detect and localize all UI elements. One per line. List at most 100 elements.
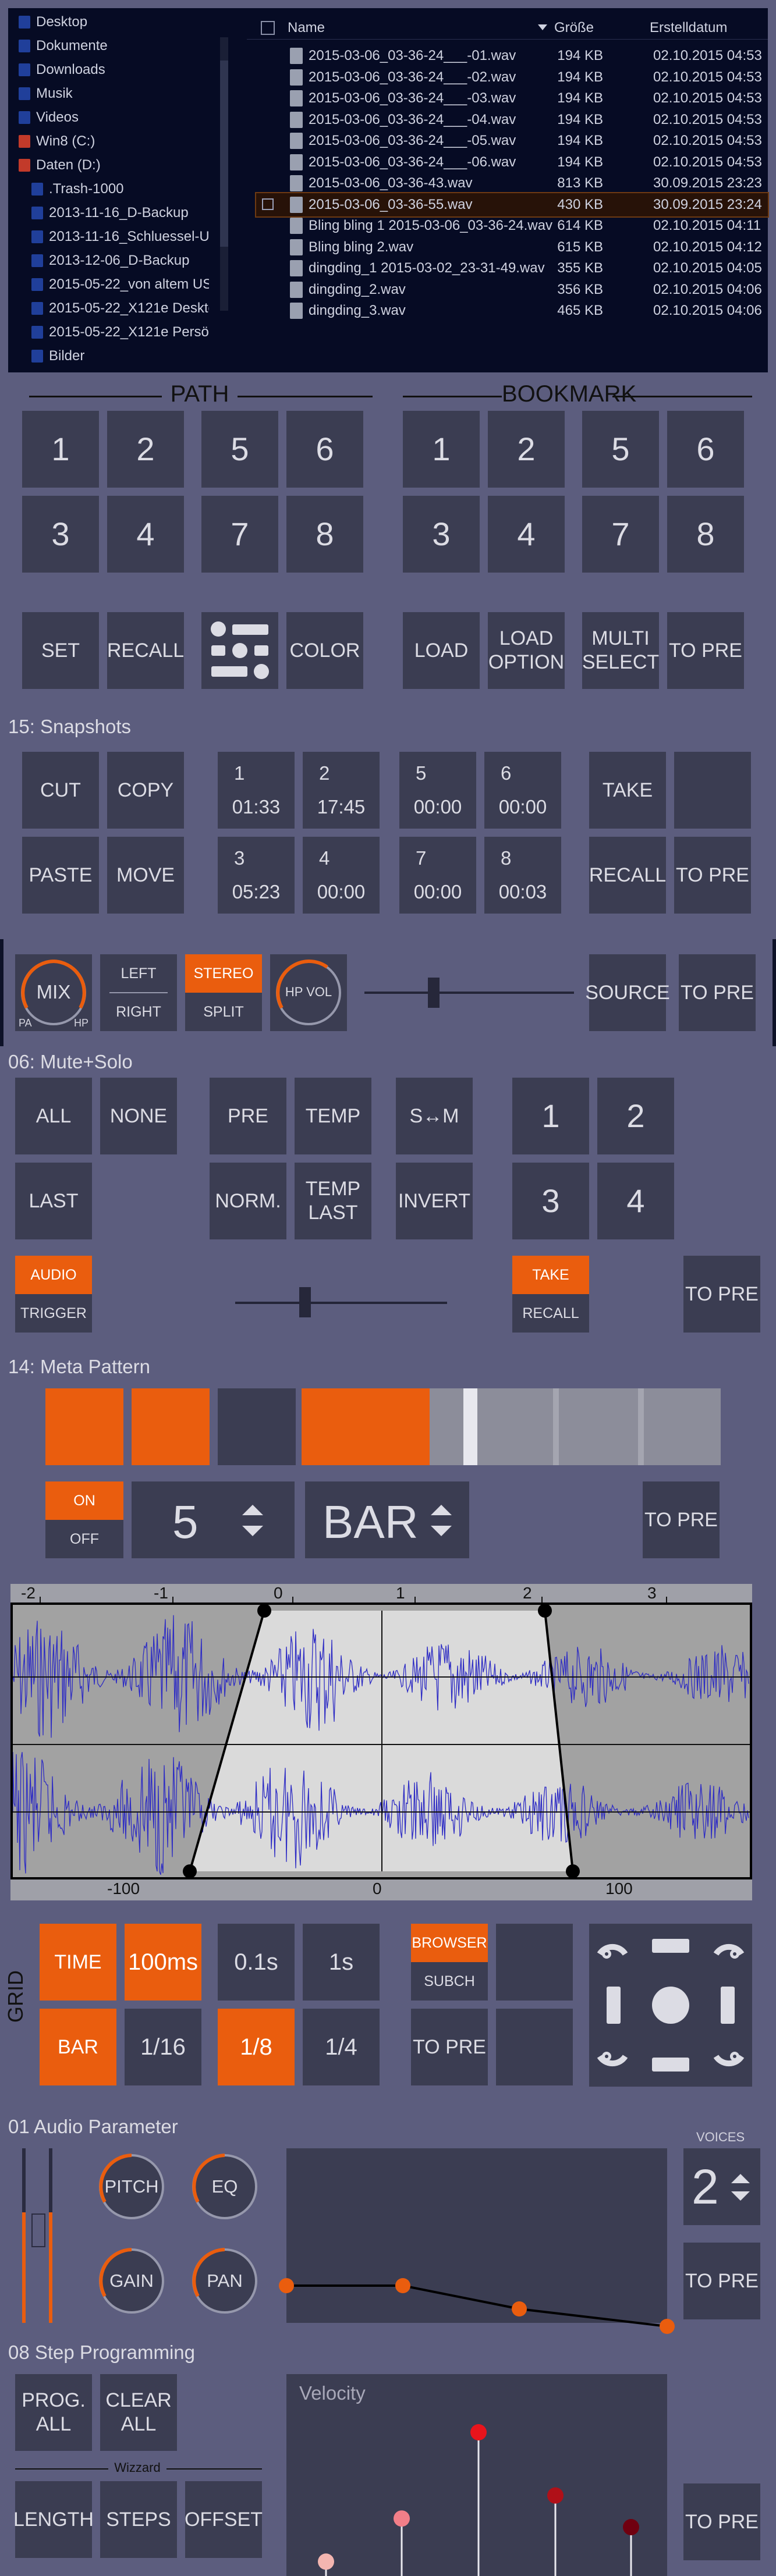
voices-down-icon[interactable] [731,2191,750,2201]
empty-snapshot-button[interactable] [674,752,751,829]
monitor-slider-track[interactable] [364,992,574,994]
meter-slider-thumb[interactable] [31,2213,45,2247]
file-row[interactable]: 2015-03-06_03-36-55.wav 430 KB 30.09.2015 … [255,191,769,218]
1-4-button[interactable]: 1/4 [303,2009,380,2085]
stereo-option[interactable]: STEREO [185,954,262,993]
mute-group-button[interactable]: 1 [512,1078,589,1154]
trigger-option[interactable]: TRIGGER [15,1294,92,1333]
unit-up-icon[interactable] [431,1505,452,1515]
snapshot-slot[interactable]: 7 00:00 [399,837,476,914]
recall-button[interactable]: RECALL [107,612,184,689]
right-option[interactable]: RIGHT [100,993,177,1031]
norm-button[interactable]: NORM. [210,1163,286,1239]
tree-item[interactable]: Downloads [19,58,209,81]
select-all-checkbox[interactable] [261,21,275,35]
unit-spinner[interactable]: BAR [305,1481,469,1558]
file-row[interactable]: 2015-03-06_03-36-43.wav 813 KB 30.09.2015 … [256,172,768,195]
path-slot-button[interactable]: 1 [22,411,99,488]
level-meter[interactable] [15,2148,62,2323]
bookmark-slot-button[interactable]: 2 [488,411,565,488]
snapshot-slot[interactable]: 3 05:23 [218,837,295,914]
split-option[interactable]: SPLIT [185,993,262,1031]
time-button[interactable]: TIME [40,1924,116,2001]
path-slot-button[interactable]: 7 [201,496,278,573]
count-up-icon[interactable] [242,1505,263,1515]
color-button[interactable]: COLOR [286,612,363,689]
mute-group-button[interactable]: 4 [597,1163,674,1239]
bookmark-slot-button[interactable]: 4 [488,496,565,573]
path-slot-button[interactable]: 2 [107,411,184,488]
path-slot-button[interactable]: 4 [107,496,184,573]
snapshot-to-pre-button[interactable]: TO PRE [674,837,751,914]
file-row[interactable]: dingding_1 2015-03-02_23-31-49.wav 355 KB… [256,257,768,280]
file-row[interactable]: 2015-03-06_03-36-24___-04.wav 194 KB 02.10… [256,108,768,132]
tree-item[interactable]: 2015-05-22_von altem USB S [31,273,209,296]
all-button[interactable]: ALL [15,1078,92,1154]
path-slot-button[interactable]: 8 [286,496,363,573]
bar-button[interactable]: BAR [40,2009,116,2085]
on-off-toggle[interactable]: ON OFF [45,1481,123,1558]
source-button[interactable]: SOURCE [585,954,670,1031]
take-option[interactable]: TAKE [512,1256,589,1294]
tree-item[interactable]: Videos [19,106,209,129]
solo-mute-swap-button[interactable]: S↔M [396,1078,473,1154]
tree-item[interactable]: Desktop [19,10,209,34]
file-row[interactable]: 2015-03-06_03-36-24___-05.wav 194 KB 02.10… [256,129,768,152]
bookmark-slot-button[interactable]: 1 [403,411,480,488]
move-button[interactable]: MOVE [107,837,184,914]
pattern-progress-handle[interactable] [463,1388,477,1465]
pattern-step-2[interactable] [132,1388,210,1465]
1-8-button[interactable]: 1/8 [218,2009,295,2085]
left-option[interactable]: LEFT [100,954,177,993]
tree-item[interactable]: Dokumente [19,34,209,58]
hp-vol-knob[interactable]: HP VOL [270,954,347,1031]
tree-item[interactable]: Musik [19,82,209,105]
off-option[interactable]: OFF [45,1520,123,1558]
prog-all-button[interactable]: PROG. ALL [15,2374,92,2451]
pattern-step-1[interactable] [45,1388,123,1465]
0.1s-button[interactable]: 0.1s [218,1924,295,2001]
snapshot-recall-button[interactable]: RECALL [589,837,666,914]
100ms-button[interactable]: 100ms [125,1924,201,2001]
bookmark-to-pre-button[interactable]: TO PRE [667,612,744,689]
tree-item[interactable]: .Trash-1000 [31,177,209,201]
tree-item[interactable]: 2013-11-16_D-Backup [31,201,209,225]
column-header-date[interactable]: Erstelldatum [650,20,727,36]
temp-button[interactable]: TEMP [295,1078,371,1154]
pattern-to-pre-button[interactable]: TO PRE [643,1481,720,1558]
file-row[interactable]: Bling bling 1 2015-03-06_03-36-24.wav 614… [256,214,768,237]
browser-subch-toggle[interactable]: BROWSER SUBCH [411,1924,488,2001]
velocity-editor[interactable]: Velocity [286,2374,667,2576]
mute-group-button[interactable]: 3 [512,1163,589,1239]
snapshot-slot[interactable]: 1 01:33 [218,752,295,829]
envelope-editor[interactable] [279,2148,675,2334]
snapshot-slot[interactable]: 4 00:00 [303,837,380,914]
recall-option[interactable]: RECALL [512,1294,589,1333]
path-slot-button[interactable]: 6 [286,411,363,488]
subch-option[interactable]: SUBCH [411,1962,488,2001]
layout-selector[interactable] [589,1924,752,2087]
temp-last-button[interactable]: TEMP LAST [295,1163,371,1239]
audio-trigger-toggle[interactable]: AUDIO TRIGGER [15,1256,92,1333]
grid-to-pre-button[interactable]: TO PRE [411,2009,488,2085]
take-button[interactable]: TAKE [589,752,666,829]
unit-down-icon[interactable] [431,1526,452,1536]
file-row[interactable]: 2015-03-06_03-36-24___-03.wav 194 KB 02.10… [256,87,768,110]
load-option-button[interactable]: LOAD OPTION [488,612,565,689]
invert-button[interactable]: INVERT [396,1163,473,1239]
gain-knob[interactable]: GAIN [93,2243,170,2319]
cut-button[interactable]: CUT [22,752,99,829]
file-row[interactable]: Bling bling 2.wav 615 KB 02.10.2015 04:12 [256,236,768,259]
tree-item[interactable]: 2013-11-16_Schluessel-USB-S [31,225,209,248]
voices-spinner[interactable]: 2 [683,2148,760,2225]
file-row[interactable]: dingding_2.wav 356 KB 02.10.2015 04:06 [256,278,768,301]
tree-item[interactable]: 2015-05-22_X121e Desktop [31,297,209,320]
mix-knob[interactable]: MIX PA HP [15,954,92,1031]
pan-knob[interactable]: PAN [186,2243,263,2319]
pattern-step-3[interactable] [218,1388,296,1465]
file-row[interactable]: dingding_3.wav 465 KB 02.10.2015 04:06 [256,299,768,322]
column-header-name[interactable]: Name [288,20,325,36]
step-prog-to-pre-button[interactable]: TO PRE [683,2483,760,2560]
file-row[interactable]: 2015-03-06_03-36-24___-06.wav 194 KB 02.10… [256,151,768,174]
mute-group-button[interactable]: 2 [597,1078,674,1154]
